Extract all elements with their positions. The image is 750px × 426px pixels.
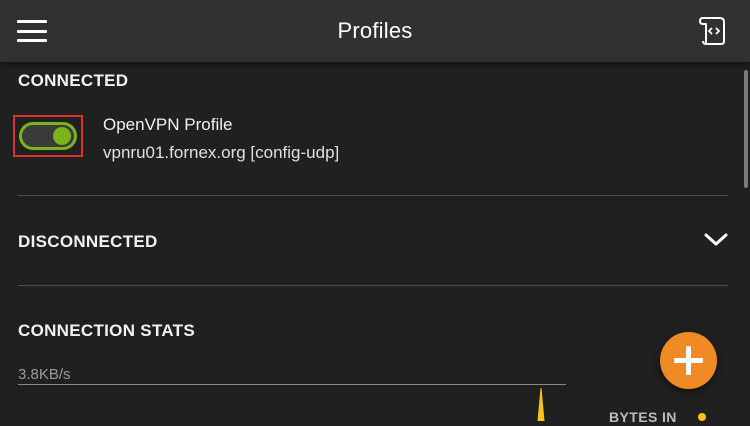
add-profile-button[interactable] [660,332,717,389]
toggle-track [19,122,77,150]
profile-connection-toggle[interactable] [13,115,83,157]
plus-icon [674,346,703,375]
profile-name[interactable]: OpenVPN Profile [103,115,232,135]
bytes-in-traffic-spike [536,387,546,422]
import-profile-icon[interactable] [697,15,729,47]
disconnected-section-title[interactable]: DISCONNECTED [18,232,158,252]
rate-axis-line [18,384,566,385]
bytes-in-legend-marker [698,413,706,421]
toggle-knob [53,127,71,145]
profile-server[interactable]: vpnru01.fornex.org [config-udp] [103,143,339,163]
connected-section-title: CONNECTED [18,71,129,90]
bytes-in-legend-label: BYTES IN [609,409,677,425]
section-divider [18,285,728,286]
connection-stats-title: CONNECTION STATS [18,321,195,340]
vertical-scrollbar[interactable] [744,70,748,188]
rate-axis-label: 3.8KB/s [18,366,71,383]
page-title: Profiles [337,18,413,43]
chevron-down-icon[interactable] [703,232,729,248]
top-app-bar: Profiles [0,0,750,62]
section-divider [18,195,728,196]
